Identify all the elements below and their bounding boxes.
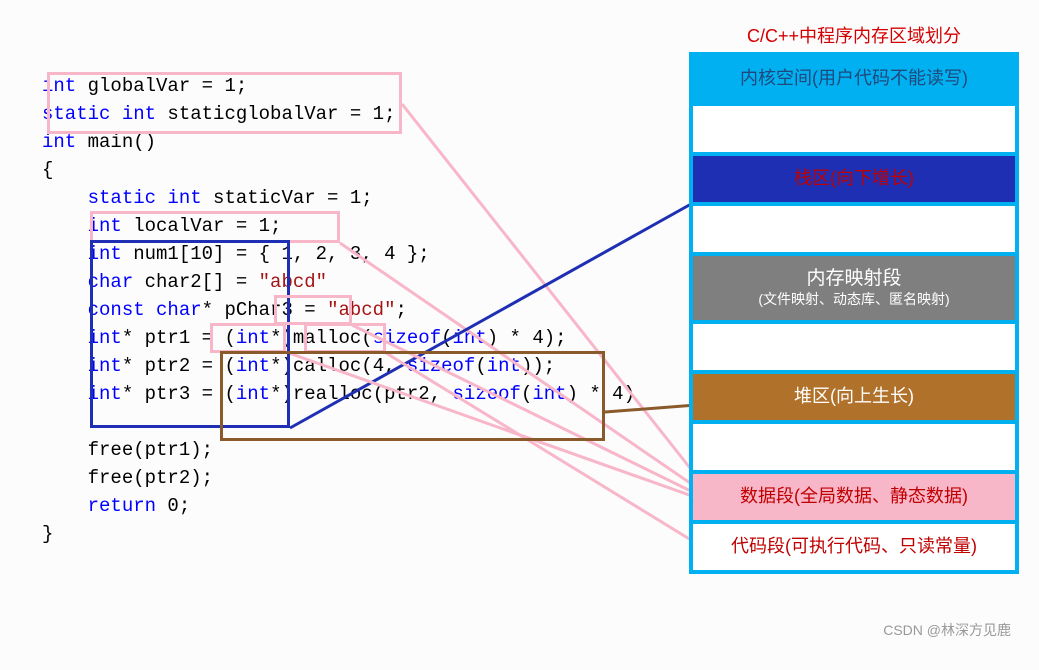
memory-row-0: 内核空间(用户代码不能读写) bbox=[693, 56, 1015, 106]
diagram-stage: C/C++中程序内存区域划分 int globalVar = 1; static… bbox=[12, 12, 1027, 646]
memory-layout-column: 内核空间(用户代码不能读写) 栈区(向下增长) 内存映射段(文件映射、动态库、匿名映… bbox=[689, 52, 1019, 574]
memory-row-7 bbox=[693, 424, 1015, 474]
memory-row-9: 代码段(可执行代码、只读常量) bbox=[693, 524, 1015, 570]
code-panel: int globalVar = 1; static int staticglob… bbox=[42, 72, 622, 548]
memory-row-5 bbox=[693, 324, 1015, 374]
memory-row-2: 栈区(向下增长) bbox=[693, 156, 1015, 206]
memory-row-1 bbox=[693, 106, 1015, 156]
watermark: CSDN @林深方见鹿 bbox=[883, 620, 1011, 640]
memory-row-3 bbox=[693, 206, 1015, 256]
memory-row-4: 内存映射段(文件映射、动态库、匿名映射) bbox=[693, 256, 1015, 324]
memory-row-8: 数据段(全局数据、静态数据) bbox=[693, 474, 1015, 524]
diagram-title: C/C++中程序内存区域划分 bbox=[689, 22, 1019, 48]
memory-table: 内核空间(用户代码不能读写) 栈区(向下增长) 内存映射段(文件映射、动态库、匿名映… bbox=[689, 52, 1019, 574]
memory-row-6: 堆区(向上生长) bbox=[693, 374, 1015, 424]
